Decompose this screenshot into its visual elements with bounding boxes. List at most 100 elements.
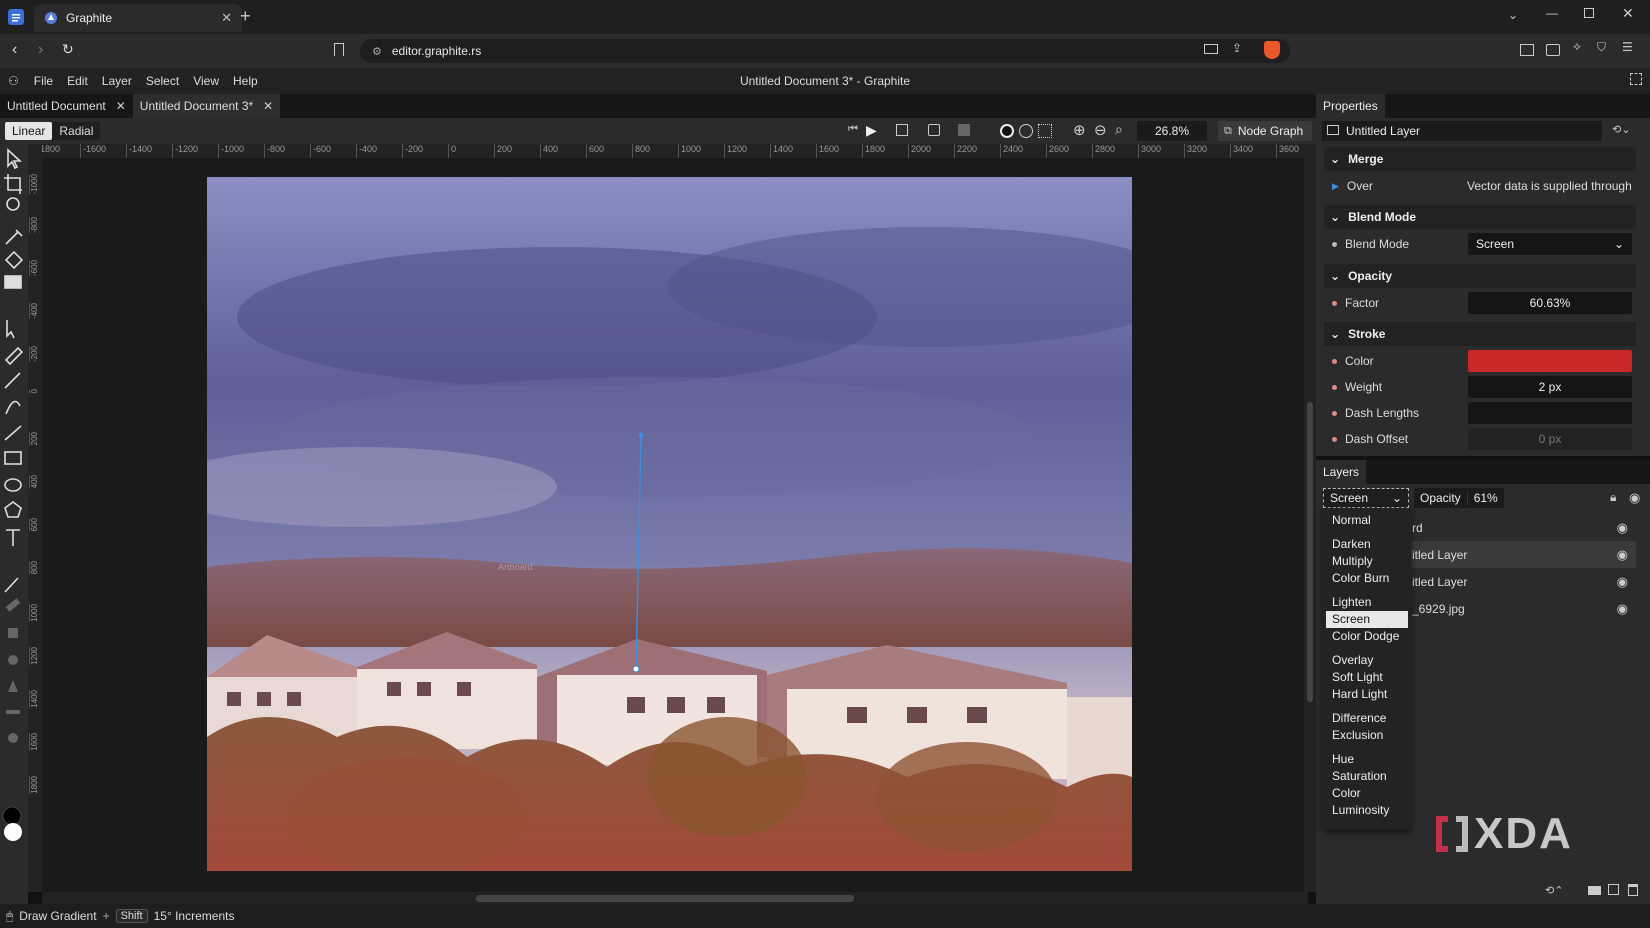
section-opacity[interactable]: ⌄ Opacity [1324, 264, 1636, 288]
zoom-out-icon[interactable]: ⊖ [1094, 121, 1107, 139]
doc-tab-untitled-document-3[interactable]: Untitled Document 3* ✕ [132, 94, 281, 118]
new-layer-icon[interactable] [1608, 884, 1619, 895]
close-window-icon[interactable]: ✕ [1622, 5, 1634, 22]
layer-visibility-eye-icon[interactable]: ◉ [1617, 601, 1628, 617]
app-menu-bar: ⚇ File Edit Layer Select View Help [0, 68, 1650, 94]
vertical-scroll-thumb[interactable] [1307, 402, 1313, 702]
dash-offset-field[interactable]: 0 px [1468, 428, 1632, 450]
section-stroke[interactable]: ⌄ Stroke [1324, 322, 1636, 346]
blend-option-color-burn[interactable]: Color Burn [1323, 570, 1411, 587]
new-tab-icon[interactable]: + [240, 6, 251, 27]
blend-option-color[interactable]: Color [1323, 785, 1411, 802]
restore-icon[interactable] [1584, 8, 1594, 18]
lock-icon[interactable]: 🔒︎ [1610, 490, 1616, 505]
view-mode-pixel-icon[interactable] [1038, 124, 1052, 138]
artboard[interactable] [207, 177, 1132, 871]
snapping-icon[interactable] [928, 124, 940, 136]
view-mode-outline-icon[interactable] [1019, 124, 1033, 138]
blend-option-hard-light[interactable]: Hard Light [1323, 686, 1411, 703]
section-merge[interactable]: ⌄ Merge [1324, 147, 1636, 171]
browser-tab[interactable]: Graphite ✕ [34, 4, 242, 32]
close-tab-icon[interactable]: ✕ [221, 10, 232, 26]
vertical-scrollbar[interactable] [1304, 144, 1316, 892]
blend-mode-select[interactable]: Screen ⌄ [1468, 233, 1632, 255]
blend-option-difference[interactable]: Difference [1323, 710, 1411, 727]
back-icon[interactable]: ‹ [12, 41, 17, 59]
graphite-logo-icon[interactable]: ⚇ [8, 74, 19, 88]
zoom-in-icon[interactable]: ⊕ [1073, 121, 1086, 139]
vpn-icon[interactable]: ⛉ [1597, 40, 1606, 55]
render-mode-icon[interactable] [896, 124, 908, 136]
reload-icon[interactable]: ↻ [62, 41, 74, 58]
site-settings-icon[interactable]: ⚙ [372, 45, 382, 58]
layer-visibility-eye-icon[interactable]: ◉ [1617, 520, 1628, 536]
gradient-radial-button[interactable]: Radial [52, 122, 100, 140]
node-graph-button[interactable]: ⧉ Node Graph [1218, 121, 1312, 141]
share-icon[interactable]: ⇪ [1232, 41, 1242, 55]
stroke-weight-field[interactable]: 2 px [1468, 376, 1632, 398]
new-folder-icon[interactable] [1588, 886, 1601, 895]
horizontal-scrollbar[interactable] [42, 892, 1308, 904]
layer-visibility-eye-icon[interactable]: ◉ [1617, 547, 1628, 563]
blend-option-lighten[interactable]: Lighten [1323, 594, 1411, 611]
delete-layer-icon[interactable] [1628, 884, 1638, 896]
blend-option-soft-light[interactable]: Soft Light [1323, 669, 1411, 686]
dash-lengths-field[interactable] [1468, 402, 1632, 424]
blend-option-normal[interactable]: Normal [1323, 512, 1411, 529]
leo-ai-icon[interactable]: ✧ [1572, 40, 1582, 54]
layer-name-field[interactable]: Untitled Layer [1322, 121, 1602, 141]
zoom-level-field[interactable]: 26.8% [1137, 121, 1207, 141]
cast-icon[interactable] [1204, 44, 1218, 54]
layer-opacity-field[interactable]: Opacity 61% [1414, 488, 1504, 508]
visibility-eye-icon[interactable]: ◉ [1629, 490, 1640, 506]
section-blend-mode[interactable]: ⌄ Blend Mode [1324, 205, 1636, 229]
view-mode-normal-icon[interactable] [1000, 124, 1014, 138]
tab-list-chevron-icon[interactable]: ⌄ [1508, 8, 1518, 22]
address-bar[interactable]: ⚙ editor.graphite.rs [360, 39, 1290, 63]
skip-back-icon[interactable]: ⏮ [848, 123, 858, 136]
blend-option-overlay[interactable]: Overlay [1323, 652, 1411, 669]
properties-options-icon[interactable]: ⟲⌄ [1612, 123, 1630, 136]
bookmark-icon[interactable] [334, 43, 344, 56]
blend-option-saturation[interactable]: Saturation [1323, 768, 1411, 785]
navigate-tool-icon [6, 197, 20, 211]
blend-option-darken[interactable]: Darken [1323, 536, 1411, 553]
opacity-factor-field[interactable]: 60.63% [1468, 292, 1632, 314]
close-doc-icon[interactable]: ✕ [263, 99, 273, 113]
blend-option-screen[interactable]: Screen [1326, 611, 1408, 628]
gradient-linear-button[interactable]: Linear [5, 122, 53, 140]
canvas-viewport[interactable]: Artboard [42, 158, 1304, 892]
zoom-fit-icon[interactable]: ⌕ [1115, 121, 1123, 138]
fullscreen-icon[interactable] [1630, 73, 1642, 85]
forward-icon[interactable]: › [38, 41, 43, 59]
menu-file[interactable]: File [27, 74, 60, 88]
chevron-down-icon: ⌄ [1330, 327, 1341, 341]
sidebar-toggle-icon[interactable] [1520, 44, 1534, 56]
doc-tab-untitled-document[interactable]: Untitled Document ✕ [0, 94, 133, 118]
menu-layer[interactable]: Layer [95, 74, 139, 88]
menu-help[interactable]: Help [226, 74, 265, 88]
browser-menu-hamburger-icon[interactable]: ☰ [1622, 40, 1633, 54]
browser-menu-icon[interactable] [8, 9, 24, 25]
layer-visibility-eye-icon[interactable]: ◉ [1617, 574, 1628, 590]
menu-select[interactable]: Select [139, 74, 186, 88]
brave-shield-icon[interactable] [1264, 41, 1280, 59]
menu-edit[interactable]: Edit [60, 74, 95, 88]
wallet-icon[interactable] [1546, 44, 1560, 56]
grid-icon[interactable] [958, 124, 970, 136]
minimize-icon[interactable]: — [1546, 6, 1558, 20]
play-icon[interactable]: ▶ [866, 122, 877, 139]
blend-option-multiply[interactable]: Multiply [1323, 553, 1411, 570]
close-doc-icon[interactable]: ✕ [116, 99, 126, 113]
layer-blend-select[interactable]: Screen ⌄ [1323, 488, 1409, 508]
blend-option-color-dodge[interactable]: Color Dodge [1323, 628, 1411, 645]
gradient-type-toggle: Linear Radial [5, 122, 101, 140]
url-text: editor.graphite.rs [391, 44, 482, 58]
blend-option-luminosity[interactable]: Luminosity [1323, 802, 1411, 819]
layer-toggle-icon[interactable]: ⟲⌃ [1545, 884, 1563, 897]
menu-view[interactable]: View [186, 74, 226, 88]
blend-option-hue[interactable]: Hue [1323, 751, 1411, 768]
stroke-color-swatch[interactable] [1468, 350, 1632, 372]
blend-option-exclusion[interactable]: Exclusion [1323, 727, 1411, 744]
horizontal-scroll-thumb[interactable] [476, 895, 854, 902]
